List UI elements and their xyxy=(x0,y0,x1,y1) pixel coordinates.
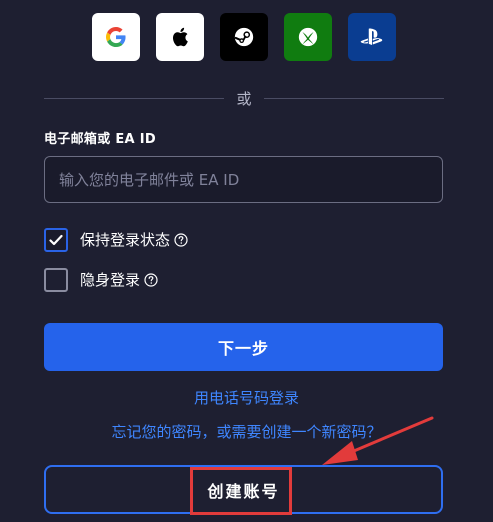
google-icon xyxy=(106,27,126,47)
remember-me-checkbox[interactable] xyxy=(44,228,68,252)
or-divider: 或 xyxy=(44,88,444,110)
email-field-label: 电子邮箱或 EA ID xyxy=(44,132,156,147)
xbox-icon xyxy=(298,27,318,47)
invisible-login-checkbox[interactable] xyxy=(44,268,68,292)
annotation-arrow xyxy=(322,416,434,465)
apple-icon xyxy=(173,27,188,47)
help-icon[interactable] xyxy=(174,233,188,247)
remember-me-option[interactable]: 保持登录状态 xyxy=(44,228,188,252)
playstation-login-button[interactable] xyxy=(348,13,396,61)
social-login-row xyxy=(92,13,396,61)
create-account-label: 创建账号 xyxy=(207,481,280,501)
remember-me-label: 保持登录状态 xyxy=(80,231,171,249)
xbox-login-button[interactable] xyxy=(284,13,332,61)
divider-line-left xyxy=(44,98,224,99)
create-account-button[interactable]: 创建账号 xyxy=(44,465,443,514)
help-icon[interactable] xyxy=(144,273,158,287)
playstation-icon xyxy=(360,28,383,45)
checkmark-icon xyxy=(49,234,63,246)
invisible-login-option[interactable]: 隐身登录 xyxy=(44,268,158,292)
divider-text: 或 xyxy=(236,90,252,108)
divider-line-right xyxy=(264,98,444,99)
forgot-password-link[interactable]: 忘记您的密码，或需要创建一个新密码？ xyxy=(0,422,493,442)
phone-login-link[interactable]: 用电话号码登录 xyxy=(0,388,493,408)
email-field[interactable] xyxy=(44,156,443,203)
invisible-login-label: 隐身登录 xyxy=(80,271,141,289)
login-page: 或 电子邮箱或 EA ID 保持登录状态 隐身登录 下一步 用电话号码登录 忘记… xyxy=(0,0,493,522)
apple-login-button[interactable] xyxy=(156,13,204,61)
google-login-button[interactable] xyxy=(92,13,140,61)
steam-icon xyxy=(234,27,254,47)
steam-login-button[interactable] xyxy=(220,13,268,61)
next-button[interactable]: 下一步 xyxy=(44,323,443,371)
